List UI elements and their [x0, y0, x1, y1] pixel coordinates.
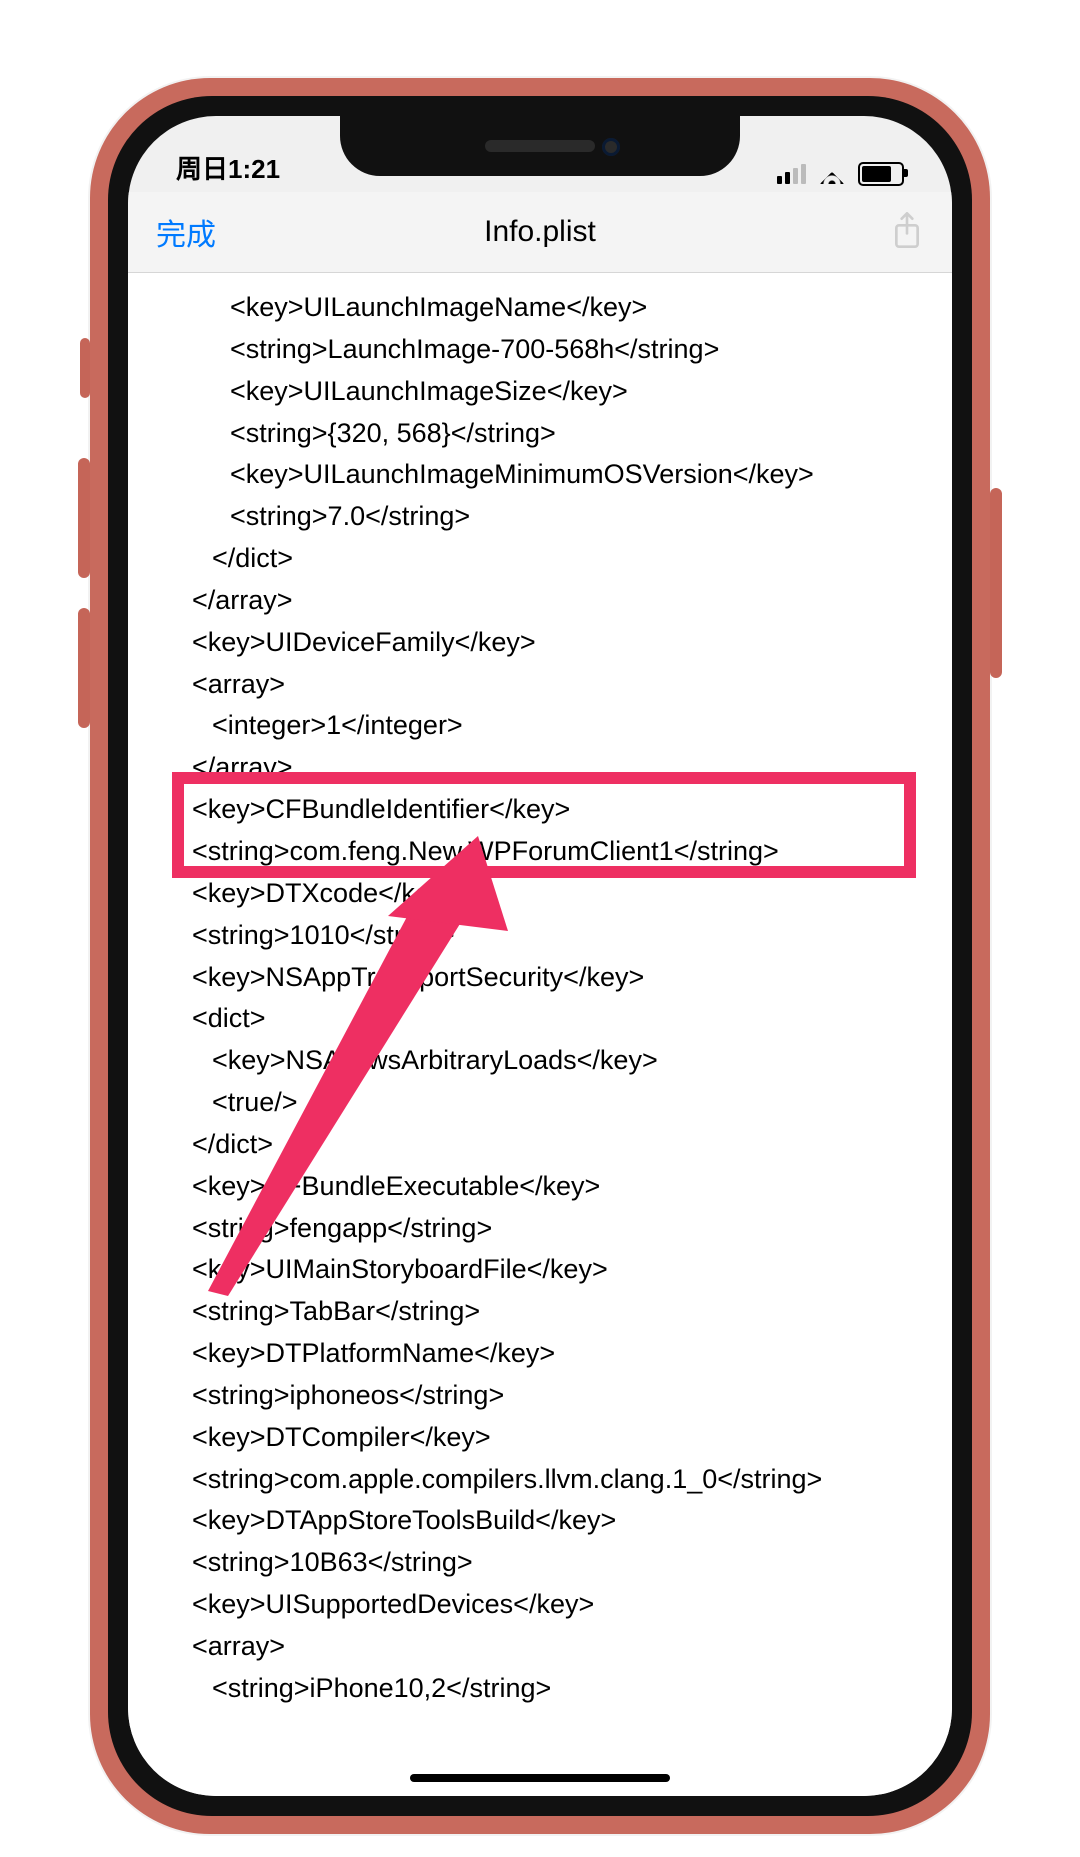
plist-line: <key>DTPlatformName</key> — [134, 1333, 946, 1375]
plist-line: <string>7.0</string> — [134, 496, 946, 538]
share-icon — [890, 212, 924, 252]
status-time: 周日1:21 — [176, 149, 280, 186]
plist-line: <string>10B63</string> — [134, 1542, 946, 1584]
nav-title: Info.plist — [128, 215, 952, 249]
plist-line: </array> — [134, 580, 946, 622]
plist-line: <array> — [134, 1626, 946, 1668]
phone-bezel: 周日1:21 完成 Info.plist — [108, 96, 972, 1816]
done-button[interactable]: 完成 — [156, 210, 216, 254]
plist-line: <key>UILaunchImageName</key> — [134, 287, 946, 329]
battery-icon — [858, 162, 904, 186]
plist-line: <string>iPhone10,2</string> — [134, 1668, 946, 1710]
plist-line: <string>{320, 568}</string> — [134, 413, 946, 455]
phone-frame: 周日1:21 完成 Info.plist — [90, 78, 990, 1834]
plist-line: <string>LaunchImage-700-568h</string> — [134, 329, 946, 371]
plist-line: <key>CFBundleIdentifier</key> — [134, 789, 946, 831]
plist-line: <string>iphoneos</string> — [134, 1375, 946, 1417]
mute-switch — [80, 338, 90, 398]
plist-line: <key>DTCompiler</key> — [134, 1417, 946, 1459]
plist-line: <key>UIDeviceFamily</key> — [134, 622, 946, 664]
status-right — [777, 162, 904, 186]
cellular-signal-icon — [777, 164, 806, 184]
phone-screen: 周日1:21 完成 Info.plist — [128, 116, 952, 1796]
wifi-icon — [818, 164, 846, 184]
plist-line: </array> — [134, 747, 946, 789]
plist-line: <true/> — [134, 1082, 946, 1124]
plist-line: <string>1010</string> — [134, 915, 946, 957]
power-button — [990, 488, 1002, 678]
plist-line: <key>DTXcode</key> — [134, 873, 946, 915]
plist-line: <key>UISupportedDevices</key> — [134, 1584, 946, 1626]
volume-up-btn — [78, 458, 90, 578]
plist-line: <key>NSAppTransportSecurity</key> — [134, 957, 946, 999]
plist-line: <string>TabBar</string> — [134, 1291, 946, 1333]
plist-line: <key>UIMainStoryboardFile</key> — [134, 1249, 946, 1291]
plist-line: <integer>1</integer> — [134, 705, 946, 747]
plist-line: </dict> — [134, 1124, 946, 1166]
plist-line: <key>CFBundleExecutable</key> — [134, 1166, 946, 1208]
plist-line: <key>UILaunchImageMinimumOSVersion</key> — [134, 454, 946, 496]
plist-line: <string>com.apple.compilers.llvm.clang.1… — [134, 1459, 946, 1501]
plist-content[interactable]: <key>UILaunchImageName</key><string>Laun… — [128, 273, 952, 1796]
plist-line: <key>UILaunchImageSize</key> — [134, 371, 946, 413]
plist-line: <string>fengapp</string> — [134, 1208, 946, 1250]
plist-line: <string>com.feng.New.WPForumClient1</str… — [134, 831, 946, 873]
plist-line: <dict> — [134, 998, 946, 1040]
home-indicator — [410, 1774, 670, 1782]
plist-line: <key>DTAppStoreToolsBuild</key> — [134, 1500, 946, 1542]
share-button[interactable] — [890, 212, 924, 252]
volume-down-btn — [78, 608, 90, 728]
notch — [340, 116, 740, 176]
plist-line: <array> — [134, 664, 946, 706]
plist-line: <key>NSAllowsArbitraryLoads</key> — [134, 1040, 946, 1082]
speaker-grille — [485, 140, 595, 152]
nav-header: 完成 Info.plist — [128, 192, 952, 273]
front-camera — [602, 138, 620, 156]
plist-line: </dict> — [134, 538, 946, 580]
